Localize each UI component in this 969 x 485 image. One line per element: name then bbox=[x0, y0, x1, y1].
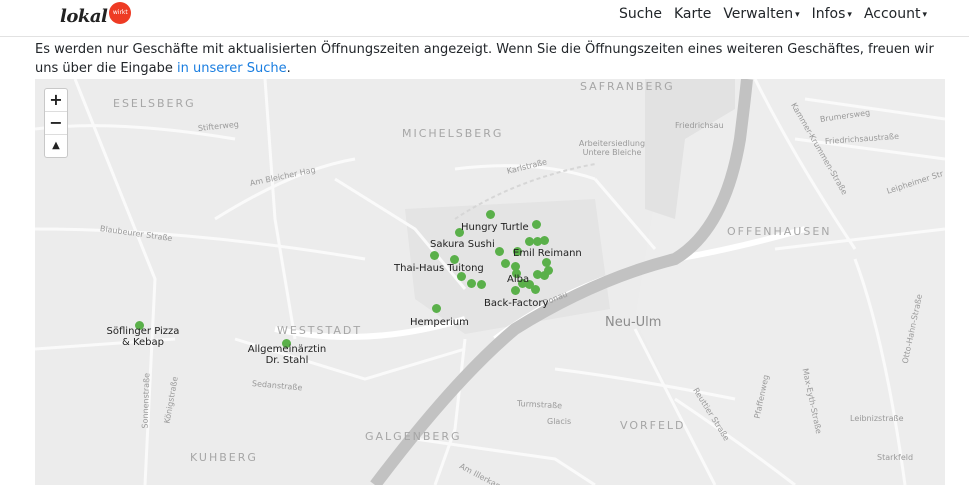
store-label: Hungry Turtle bbox=[461, 222, 529, 233]
search-link[interactable]: in unserer Suche bbox=[177, 61, 287, 76]
store-marker[interactable] bbox=[511, 286, 520, 295]
street-label: Friedrichsau bbox=[675, 121, 724, 130]
store-marker[interactable] bbox=[477, 280, 486, 289]
store-label: Söflinger Pizza & Kebap bbox=[106, 326, 180, 348]
store-marker[interactable] bbox=[544, 266, 553, 275]
store-label: Emil Reimann bbox=[513, 248, 582, 259]
store-label: Back-Factory bbox=[484, 298, 549, 309]
nav-suche[interactable]: Suche bbox=[619, 6, 662, 22]
city-label: Neu-Ulm bbox=[605, 315, 662, 330]
logo-text: lokal bbox=[60, 5, 108, 27]
locate-icon[interactable]: ▲ bbox=[45, 135, 67, 157]
nav-account-label: Account bbox=[863, 6, 921, 22]
map[interactable]: + − ▲ ESELSBERG MICHELSBERG SAFRANBERG O… bbox=[35, 79, 945, 485]
nav-infos-label: Infos bbox=[811, 6, 846, 22]
chevron-down-icon: ▾ bbox=[847, 10, 852, 20]
navbar: lokal wirkt Suche Karte Verwalten ▾ Infos… bbox=[0, 0, 969, 37]
info-sentence: Es werden nur Geschäfte mit aktualisiert… bbox=[35, 42, 934, 76]
store-marker[interactable] bbox=[467, 279, 476, 288]
zoom-control: + − ▲ bbox=[44, 88, 68, 158]
store-marker[interactable] bbox=[495, 247, 504, 256]
nav-account-dropdown[interactable]: Account ▾ bbox=[864, 6, 927, 22]
chevron-down-icon: ▾ bbox=[795, 10, 800, 20]
nav-verwalten-label: Verwalten bbox=[723, 6, 794, 22]
store-marker[interactable] bbox=[432, 304, 441, 313]
nav-menu: Suche Karte Verwalten ▾ Infos ▾ Account ▾ bbox=[619, 6, 927, 22]
store-label: Sakura Sushi bbox=[430, 239, 495, 250]
zoom-out-button[interactable]: − bbox=[45, 112, 67, 135]
nav-karte[interactable]: Karte bbox=[674, 6, 711, 22]
store-marker[interactable] bbox=[540, 236, 549, 245]
store-label: Allgemeinärztin Dr. Stahl bbox=[247, 344, 327, 366]
store-marker[interactable] bbox=[532, 220, 541, 229]
area-label: MICHELSBERG bbox=[402, 127, 504, 140]
area-label: ESELSBERG bbox=[113, 97, 196, 110]
info-text: Es werden nur Geschäfte mit aktualisiert… bbox=[35, 40, 945, 78]
store-marker[interactable] bbox=[531, 285, 540, 294]
store-label: Hemperium bbox=[410, 317, 469, 328]
nav-infos-dropdown[interactable]: Infos ▾ bbox=[812, 6, 852, 22]
store-label: Alba bbox=[507, 274, 530, 285]
area-label: KUHBERG bbox=[190, 451, 258, 464]
area-label: VORFELD bbox=[620, 419, 686, 432]
logo[interactable]: lokal wirkt bbox=[60, 2, 132, 29]
store-marker[interactable] bbox=[501, 259, 510, 268]
area-label: OFFENHAUSEN bbox=[727, 225, 832, 238]
street-label: Leibnizstraße bbox=[850, 414, 904, 423]
street-label: Starkfeld bbox=[877, 453, 914, 462]
info-tail: . bbox=[286, 61, 291, 76]
area-label: WESTSTADT bbox=[277, 324, 363, 337]
nav-verwalten-dropdown[interactable]: Verwalten ▾ bbox=[723, 6, 799, 22]
street-label: Arbeitersiedlung Untere Bleiche bbox=[578, 139, 646, 157]
logo-badge: wirkt bbox=[109, 2, 132, 24]
street-label: Glacis bbox=[547, 417, 572, 426]
area-label: SAFRANBERG bbox=[580, 80, 675, 93]
zoom-in-button[interactable]: + bbox=[45, 89, 67, 112]
store-marker[interactable] bbox=[430, 251, 439, 260]
store-marker[interactable] bbox=[486, 210, 495, 219]
chevron-down-icon: ▾ bbox=[922, 10, 927, 20]
street-label: Sonnenstraße bbox=[140, 372, 152, 429]
area-label: GALGENBERG bbox=[365, 430, 462, 443]
store-label: Thai-Haus Tuitong bbox=[394, 263, 484, 274]
